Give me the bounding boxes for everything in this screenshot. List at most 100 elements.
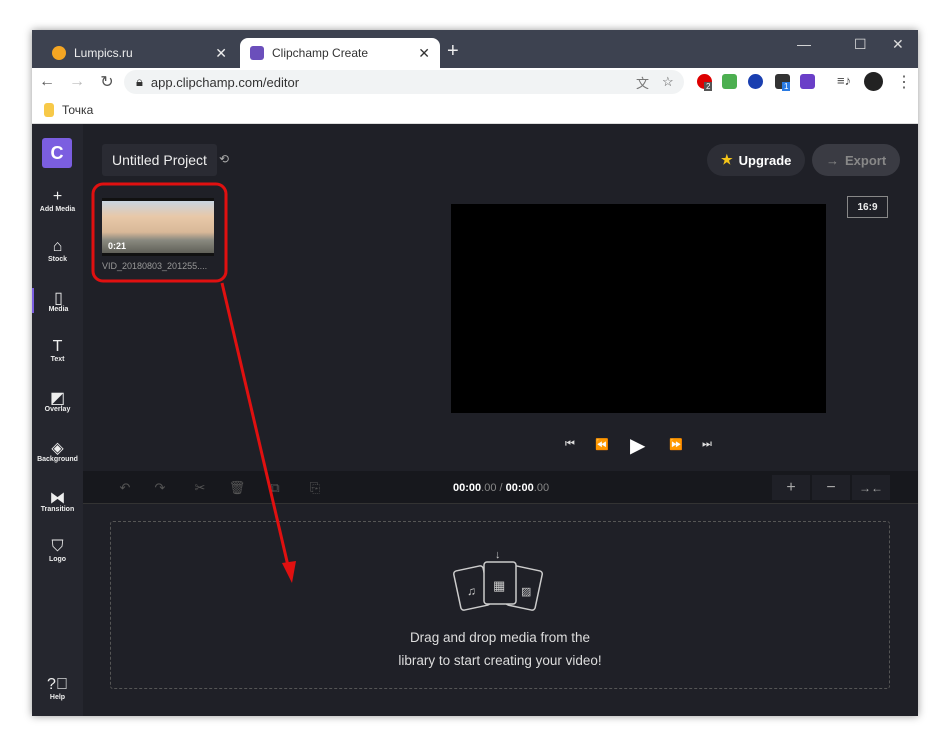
url-field[interactable]: 🔒︎ app.clipchamp.com/editor ⽂ ☆ xyxy=(124,70,684,94)
timeline-drop-zone[interactable]: ♫ ▦ ▨ ↓ Drag and drop media from the libr… xyxy=(110,521,890,689)
music-extension-icon[interactable] xyxy=(722,74,737,89)
clipchamp-logo[interactable]: C xyxy=(42,138,72,168)
folder-icon xyxy=(44,102,54,117)
paste-icon[interactable]: ⎘ xyxy=(301,475,329,500)
minimize-button[interactable]: — xyxy=(797,36,811,52)
sidebar-item-stock[interactable]: ⌂ Stock xyxy=(32,238,83,263)
export-label: Export xyxy=(845,152,887,168)
aspect-ratio-button[interactable]: 16:9 xyxy=(847,196,888,218)
trash-icon[interactable]: 🗑︎ xyxy=(223,475,251,500)
bookmarks-bar: Точка xyxy=(32,96,918,124)
translate-icon[interactable]: ⽂ xyxy=(636,73,649,92)
label: Overlay xyxy=(44,406,71,413)
bookmark-tochka[interactable]: Точка xyxy=(62,103,93,117)
skip-back-icon[interactable]: ⏮ xyxy=(565,438,575,451)
sidebar-item-media[interactable]: ▯ Media xyxy=(32,288,83,313)
clipchamp-icon xyxy=(250,46,264,60)
tab-label: Lumpics.ru xyxy=(74,46,133,60)
media-duration: 0:21 xyxy=(108,241,127,251)
profile-avatar[interactable] xyxy=(864,72,883,91)
zoom-out-button[interactable]: − xyxy=(812,475,850,500)
label: Text xyxy=(50,356,65,363)
browser-window: Lumpics.ru ✕ Clipchamp Create ✕ + — ☐ ✕ ← … xyxy=(32,30,918,716)
tab-clipchamp[interactable]: Clipchamp Create ✕ xyxy=(240,38,440,68)
forward-button[interactable]: → xyxy=(62,73,92,91)
fit-timeline-button[interactable]: →← xyxy=(852,475,890,500)
address-bar-row: ← → ↻ 🔒︎ app.clipchamp.com/editor ⽂ ☆ 2 1… xyxy=(32,68,918,96)
zoom-in-button[interactable]: + xyxy=(772,475,810,500)
label: Background xyxy=(37,456,78,463)
star-icon[interactable]: ☆ xyxy=(662,74,674,90)
label: Help xyxy=(49,694,66,701)
clipchamp-app: C + Add Media ⌂ Stock ▯ Media T Text ◩ Overla… xyxy=(32,124,918,716)
media-thumbnail[interactable]: 0:21 xyxy=(102,198,214,256)
maximize-button[interactable]: ☐ xyxy=(854,36,867,53)
svg-text:▦: ▦ xyxy=(493,578,505,593)
label: Transition xyxy=(40,506,75,513)
globe-extension-icon[interactable] xyxy=(748,74,763,89)
copy-icon[interactable]: ⧉ xyxy=(261,475,289,500)
drop-text-line2: library to start creating your video! xyxy=(398,653,602,668)
sidebar-item-overlay[interactable]: ◩ Overlay xyxy=(32,388,83,413)
label: Add Media xyxy=(39,206,76,213)
sidebar-item-text[interactable]: T Text xyxy=(32,338,83,363)
current-ms: .00 xyxy=(481,482,497,494)
new-tab-button[interactable]: + xyxy=(447,40,459,63)
label: Media xyxy=(48,306,69,313)
fast-forward-icon[interactable]: ⏩ xyxy=(669,438,683,451)
reload-button[interactable]: ↻ xyxy=(92,72,122,92)
shield-icon: ⛉ xyxy=(51,538,64,555)
tab-lumpics[interactable]: Lumpics.ru ✕ xyxy=(42,38,237,68)
time-separator: / xyxy=(499,482,503,494)
help-icon: ?⃝ xyxy=(47,676,68,693)
current-time: 00:00 xyxy=(453,482,482,494)
total-ms: .00 xyxy=(533,482,550,494)
play-icon[interactable]: ▶ xyxy=(630,433,645,458)
close-window-button[interactable]: ✕ xyxy=(892,36,904,53)
rewind-icon[interactable]: ⏪ xyxy=(595,438,609,451)
timeline-toolbar: ↶ ↷ ✂ 🗑︎ ⧉ ⎘ 00:00.00 / 00:00.00 + − →← xyxy=(83,471,918,504)
transition-icon: ⧓ xyxy=(49,490,66,507)
sidebar-item-logo[interactable]: ⛉ Logo xyxy=(32,538,83,563)
media-control-icon[interactable]: ≡♪ xyxy=(837,73,851,88)
sidebar-item-help[interactable]: ?⃝ Help xyxy=(32,676,83,701)
video-preview xyxy=(451,204,826,413)
svg-text:♫: ♫ xyxy=(467,584,476,598)
project-title[interactable]: Untitled Project xyxy=(102,144,217,176)
back-button[interactable]: ← xyxy=(32,73,62,91)
overlay-icon: ◩ xyxy=(49,390,66,407)
sidebar-item-add-media[interactable]: + Add Media xyxy=(32,188,83,213)
time-display: 00:00.00 / 00:00.00 xyxy=(453,482,549,494)
sidebar: C + Add Media ⌂ Stock ▯ Media T Text ◩ Overla… xyxy=(32,124,83,716)
text-icon: T xyxy=(52,338,63,355)
close-tab-icon[interactable]: ✕ xyxy=(418,45,430,62)
scissors-icon[interactable]: ✂ xyxy=(186,475,214,500)
sidebar-item-transition[interactable]: ⧓ Transition xyxy=(32,488,83,513)
label: Stock xyxy=(47,256,68,263)
media-cards-icon: ♫ ▦ ▨ ↓ xyxy=(452,549,544,611)
media-filename: VID_20180803_201255.... xyxy=(102,261,208,271)
layers-icon: ◈ xyxy=(51,440,64,457)
redo-icon[interactable]: ↷ xyxy=(146,475,174,500)
close-tab-icon[interactable]: ✕ xyxy=(215,45,227,62)
stock-icon: ⌂ xyxy=(52,238,63,255)
svg-text:▨: ▨ xyxy=(521,586,531,598)
svg-text:↓: ↓ xyxy=(495,549,501,561)
upgrade-button[interactable]: ★ Upgrade xyxy=(707,144,806,176)
label: Logo xyxy=(48,556,67,563)
ad-extension-icon[interactable] xyxy=(800,74,815,89)
plus-icon: + xyxy=(52,188,63,205)
skip-forward-icon[interactable]: ⏭ xyxy=(702,438,712,451)
star-icon: ★ xyxy=(721,152,733,167)
lumpics-icon xyxy=(52,46,66,60)
extension-badge: 2 xyxy=(704,82,713,91)
export-button[interactable]: → Export xyxy=(812,144,901,176)
arrow-right-icon: → xyxy=(826,152,839,168)
lock-icon: 🔒︎ xyxy=(136,74,143,89)
menu-icon[interactable]: ⋮ xyxy=(896,72,912,92)
sync-off-icon: ⟲ xyxy=(219,152,230,166)
sidebar-item-background[interactable]: ◈ Background xyxy=(32,438,83,463)
undo-icon[interactable]: ↶ xyxy=(111,475,139,500)
upgrade-label: Upgrade xyxy=(738,152,792,168)
file-icon: ▯ xyxy=(54,290,63,307)
